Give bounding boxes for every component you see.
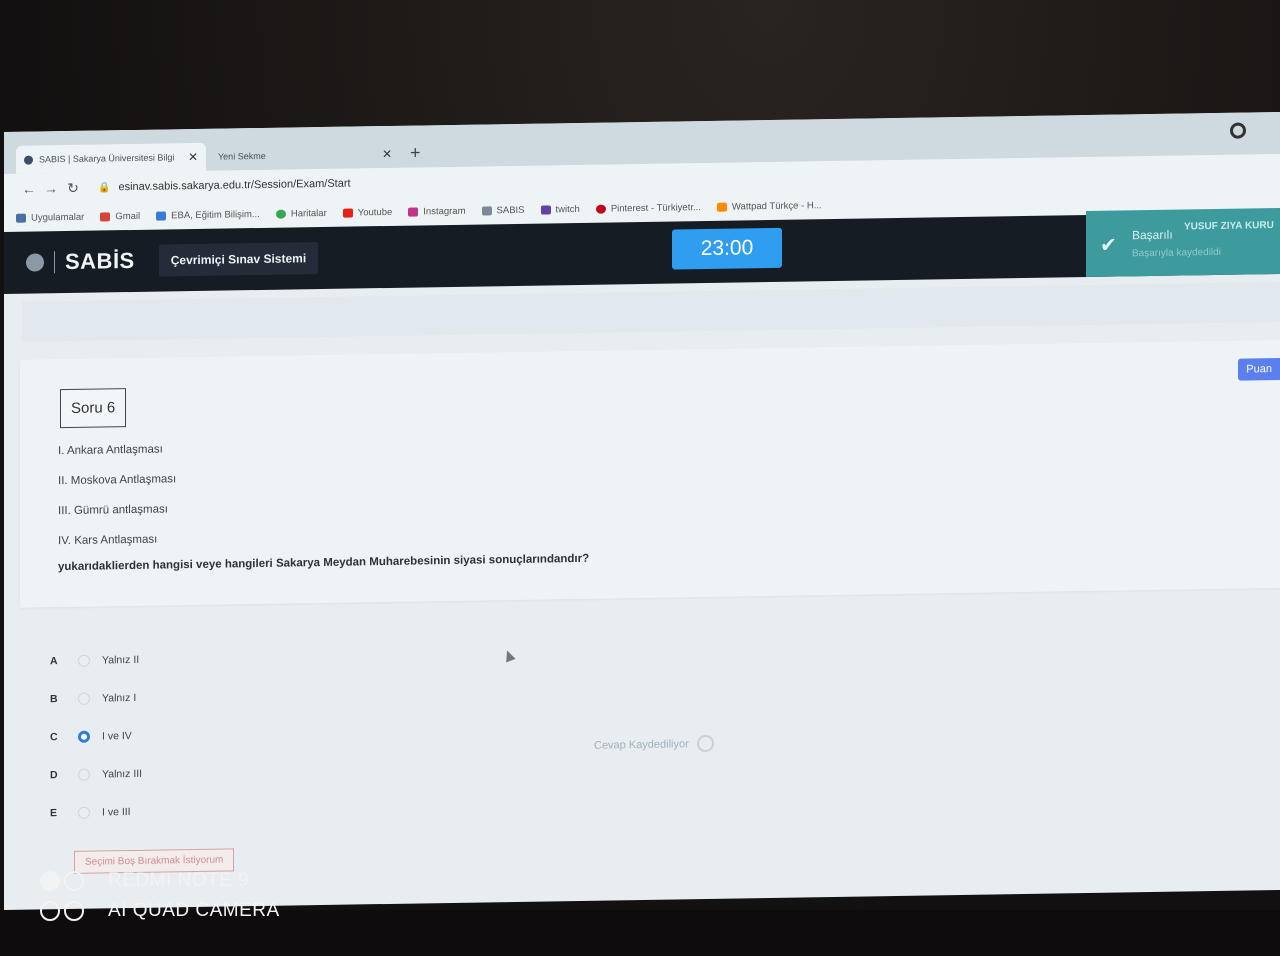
mouse-cursor-icon bbox=[502, 648, 516, 663]
checkmark-icon: ✔ bbox=[1100, 234, 1117, 257]
bookmark-label: Instagram bbox=[423, 205, 466, 217]
option-d[interactable]: D Yalnız III bbox=[50, 768, 142, 781]
monitor-screen: SABIS | Sakarya Üniversitesi Bilgi ✕ Yen… bbox=[4, 111, 1280, 911]
question-item: I. Ankara Antlaşması bbox=[58, 443, 163, 458]
option-radio[interactable] bbox=[78, 768, 90, 781]
maps-pin-icon bbox=[275, 209, 286, 219]
question-card: Soru 6 Puan I. Ankara Antlaşması II. Mos… bbox=[20, 339, 1280, 608]
breadcrumb-strip bbox=[22, 281, 1280, 342]
success-toast[interactable]: ✔ Başarılı Başarıyla kaydedildi YUSUF ZI… bbox=[1086, 207, 1280, 278]
option-letter: A bbox=[50, 655, 58, 668]
option-text: Yalnız I bbox=[102, 691, 137, 705]
tab-new[interactable]: Yeni Sekme ✕ bbox=[210, 140, 400, 171]
sabis-logo[interactable]: SABİS bbox=[65, 248, 135, 275]
option-text: I ve III bbox=[102, 806, 131, 819]
bookmark-twitch[interactable]: twitch bbox=[540, 203, 580, 215]
new-tab-button[interactable]: + bbox=[410, 142, 421, 167]
sabis-doc-icon bbox=[481, 205, 492, 215]
option-text: I ve IV bbox=[102, 729, 132, 743]
pinterest-icon bbox=[595, 204, 606, 214]
bookmark-haritalar[interactable]: Haritalar bbox=[275, 207, 327, 219]
subsystem-title: Çevrimiçi Sınav Sistemi bbox=[158, 242, 319, 277]
close-tab-icon[interactable]: ✕ bbox=[382, 147, 392, 161]
reload-icon[interactable]: ↻ bbox=[62, 179, 84, 196]
user-name: YUSUF ZIYA KURU bbox=[1184, 220, 1274, 233]
url-field[interactable]: esinav.sabis.sakarya.edu.tr/Session/Exam… bbox=[118, 178, 350, 194]
question-item: IV. Kars Antlaşması bbox=[58, 533, 158, 548]
points-badge: Puan bbox=[1238, 357, 1280, 381]
bookmark-gmail[interactable]: Gmail bbox=[100, 210, 140, 222]
question-item: II. Moskova Antlaşması bbox=[58, 473, 177, 488]
option-c[interactable]: C I ve IV bbox=[50, 730, 132, 743]
tab-sabis[interactable]: SABIS | Sakarya Üniversitesi Bilgi ✕ bbox=[16, 142, 206, 174]
twitch-icon bbox=[540, 204, 551, 215]
option-letter: B bbox=[50, 693, 58, 706]
exam-timer: 23:00 bbox=[672, 227, 782, 270]
eba-icon bbox=[156, 210, 167, 221]
gmail-icon bbox=[100, 211, 111, 221]
bookmark-instagram[interactable]: Instagram bbox=[408, 205, 466, 217]
option-radio[interactable] bbox=[78, 806, 90, 819]
instagram-icon bbox=[408, 206, 419, 217]
camera-watermark: REDMI NOTE 9 AI QUAD CAMERA bbox=[40, 866, 280, 926]
close-tab-icon[interactable]: ✕ bbox=[188, 150, 198, 164]
tab-title: SABIS | Sakarya Üniversitesi Bilgi bbox=[39, 152, 175, 165]
camera-ring-icon bbox=[40, 901, 60, 921]
saving-text: Cevap Kaydediliyor bbox=[594, 737, 689, 752]
bookmark-label: EBA, Eğitim Bilişim... bbox=[171, 208, 260, 221]
sabis-favicon-icon bbox=[24, 155, 33, 165]
watermark-line1: REDMI NOTE 9 bbox=[108, 870, 250, 891]
camera-ring-icon bbox=[64, 901, 84, 921]
question-prompt: yukarıdaklierden hangisi veye hangileri … bbox=[58, 552, 590, 574]
saving-status: Cevap Kaydediliyor bbox=[594, 734, 714, 754]
bookmark-label: Youtube bbox=[357, 206, 393, 218]
bookmark-sabis[interactable]: SABIS bbox=[481, 204, 525, 216]
question-number-badge: Soru 6 bbox=[60, 388, 127, 429]
option-letter: C bbox=[50, 731, 58, 744]
option-letter: D bbox=[50, 769, 58, 782]
camera-dot-icon bbox=[40, 871, 60, 891]
option-e[interactable]: E I ve III bbox=[50, 806, 131, 819]
camera-ring-icon bbox=[64, 871, 84, 891]
bookmark-label: Haritalar bbox=[290, 207, 327, 219]
bookmark-wattpad[interactable]: Wattpad Türkçe - H... bbox=[716, 199, 822, 213]
window-control-icon[interactable] bbox=[1230, 122, 1246, 139]
question-item: III. Gümrü antlaşması bbox=[58, 503, 168, 518]
tab-title: Yeni Sekme bbox=[218, 150, 266, 162]
watermark-line2: AI QUAD CAMERA bbox=[108, 900, 280, 921]
toast-message: Başarıyla kaydedildi bbox=[1132, 246, 1221, 260]
youtube-icon bbox=[342, 208, 353, 218]
bookmark-label: Pinterest - Türkiyetr... bbox=[610, 201, 701, 214]
bookmark-label: twitch bbox=[555, 203, 580, 215]
bookmark-uygulamalar[interactable]: Uygulamalar bbox=[16, 211, 84, 223]
bookmark-pinterest[interactable]: Pinterest - Türkiyetr... bbox=[595, 201, 701, 215]
option-text: Yalnız III bbox=[102, 767, 143, 781]
option-a[interactable]: A Yalnız II bbox=[50, 654, 139, 667]
bookmark-youtube[interactable]: Youtube bbox=[342, 206, 393, 218]
bookmark-label: SABIS bbox=[496, 204, 525, 216]
option-letter: E bbox=[50, 807, 58, 820]
bookmark-label: Uygulamalar bbox=[31, 211, 85, 224]
logo-divider bbox=[54, 251, 55, 274]
apps-grid-icon bbox=[16, 213, 26, 223]
bookmark-label: Wattpad Türkçe - H... bbox=[731, 199, 822, 213]
option-radio[interactable] bbox=[78, 692, 90, 705]
bookmark-label: Gmail bbox=[115, 210, 141, 222]
wattpad-icon bbox=[716, 202, 727, 212]
option-text: Yalnız II bbox=[102, 653, 140, 667]
option-b[interactable]: B Yalnız I bbox=[50, 692, 136, 705]
option-radio-selected[interactable] bbox=[78, 730, 90, 743]
forward-arrow-icon[interactable]: → bbox=[40, 180, 62, 196]
globe-logo-icon bbox=[26, 253, 44, 272]
back-arrow-icon[interactable]: ← bbox=[18, 180, 40, 196]
bookmark-eba[interactable]: EBA, Eğitim Bilişim... bbox=[156, 208, 260, 221]
spinner-icon bbox=[696, 734, 714, 753]
option-radio[interactable] bbox=[78, 654, 90, 667]
lock-icon: 🔒 bbox=[98, 181, 111, 194]
toast-title: Başarılı bbox=[1132, 227, 1173, 243]
